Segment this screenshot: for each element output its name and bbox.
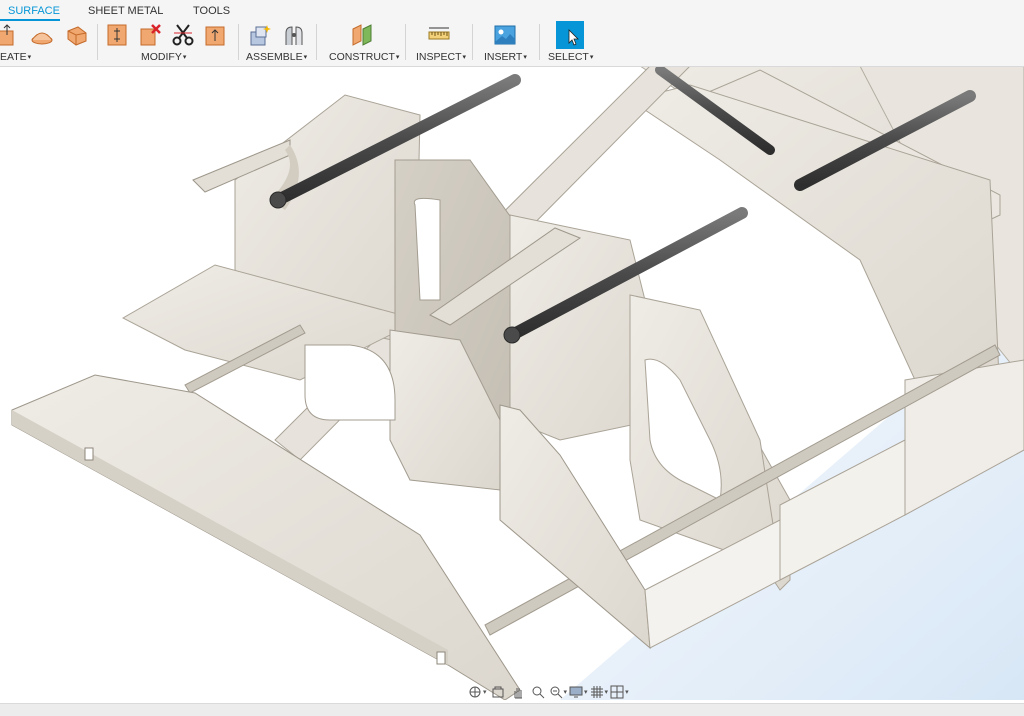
look-at-icon[interactable] (489, 683, 507, 701)
model-view[interactable] (0, 66, 1024, 700)
modify-menu[interactable]: MODIFY▾ (141, 51, 186, 64)
separator (97, 24, 98, 60)
split-icon[interactable] (170, 22, 196, 48)
create-menu[interactable]: EATE▾ (0, 51, 31, 64)
press-pull-icon[interactable] (202, 22, 228, 48)
insert-image-icon[interactable] (492, 22, 518, 48)
select-icon[interactable] (556, 21, 584, 49)
orbit-icon[interactable]: ▾ (468, 683, 487, 701)
assemble-menu[interactable]: ASSEMBLE▾ (246, 51, 307, 64)
offset-plane-icon[interactable] (349, 22, 375, 48)
separator (539, 24, 540, 60)
measure-icon[interactable] (426, 22, 452, 48)
zoom-icon[interactable] (529, 683, 547, 701)
rod-end (503, 326, 521, 344)
insert-menu[interactable]: INSERT▾ (484, 51, 527, 64)
toolbar: SURFACE SHEET METAL TOOLS EATE▾ MODIFY▾ … (0, 0, 1024, 67)
navigation-bar: ▾ ▾ ▾ ▾ ▾ (468, 683, 629, 701)
separator (316, 24, 317, 60)
delete-icon[interactable] (137, 22, 163, 48)
tab-sheet-metal[interactable]: SHEET METAL (88, 3, 163, 19)
joint-icon[interactable] (281, 22, 307, 48)
rod-end (269, 191, 287, 209)
tab-tools[interactable]: TOOLS (193, 3, 230, 19)
loft-icon[interactable] (29, 22, 55, 48)
offset-face-icon[interactable] (104, 22, 130, 48)
separator (405, 24, 406, 60)
pan-icon[interactable] (509, 683, 527, 701)
separator (238, 24, 239, 60)
canvas-viewport[interactable] (0, 66, 1024, 700)
select-menu[interactable]: SELECT▾ (548, 51, 593, 64)
display-settings-icon[interactable]: ▾ (569, 683, 588, 701)
status-strip (0, 703, 1024, 716)
new-component-icon[interactable] (247, 22, 273, 48)
separator (472, 24, 473, 60)
active-tab-indicator (0, 19, 60, 21)
tab-surface[interactable]: SURFACE (8, 3, 60, 19)
patch-icon[interactable] (63, 22, 89, 48)
grid-icon[interactable]: ▾ (590, 683, 608, 701)
notch (436, 651, 446, 665)
notch (84, 447, 94, 461)
extrude-icon[interactable] (0, 22, 18, 48)
fit-icon[interactable]: ▾ (549, 683, 567, 701)
viewports-icon[interactable]: ▾ (610, 683, 629, 701)
construct-menu[interactable]: CONSTRUCT▾ (329, 51, 399, 64)
inspect-menu[interactable]: INSPECT▾ (416, 51, 466, 64)
